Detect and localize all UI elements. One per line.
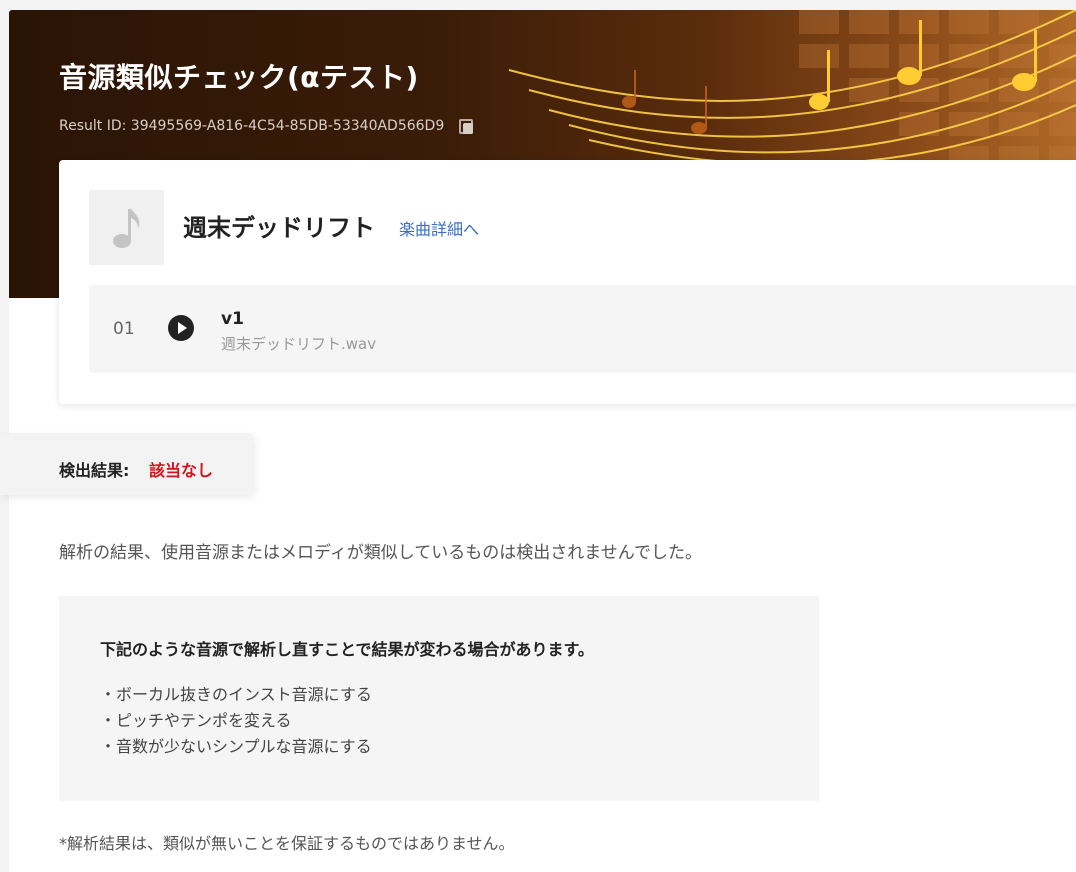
page-title: 音源類似チェック(αテスト)	[59, 61, 419, 94]
track-file-name: 週末デッドリフト.wav	[221, 335, 377, 353]
result-label: 検出結果:	[59, 461, 130, 480]
track-number: 01	[113, 319, 135, 339]
result-value: 該当なし	[149, 461, 214, 480]
tips-heading: 下記のような音源で解析し直すことで結果が変わる場合があります。	[100, 640, 594, 659]
play-icon[interactable]	[168, 315, 194, 341]
tips-list: ・ボーカル抜きのインスト音源にする ・ピッチやテンポを変える ・音数が少ないシン…	[100, 682, 372, 760]
copy-icon[interactable]	[458, 118, 474, 134]
result-id-text: Result ID: 39495569-A816-4C54-85DB-53340…	[59, 118, 445, 134]
footnote: *解析結果は、類似が無いことを保証するものではありません。	[59, 834, 515, 853]
track-row: 01 v1 週末デッドリフト.wav	[89, 285, 1076, 373]
result-status-tab: 検出結果: 該当なし	[0, 433, 253, 495]
tips-box: 下記のような音源で解析し直すことで結果が変わる場合があります。 ・ボーカル抜きの…	[59, 596, 819, 801]
music-note-icon	[112, 208, 139, 248]
result-id-row: Result ID: 39495569-A816-4C54-85DB-53340…	[59, 118, 474, 134]
tips-item: ・ボーカル抜きのインスト音源にする	[100, 685, 372, 704]
song-card: 週末デッドリフト 楽曲詳細へ 01 v1 週末デッドリフト.wav	[59, 160, 1076, 404]
tips-item: ・ピッチやテンポを変える	[100, 711, 292, 730]
song-thumbnail	[89, 190, 164, 265]
tips-item: ・音数が少ないシンプルな音源にする	[100, 737, 372, 756]
result-message: 解析の結果、使用音源またはメロディが類似しているものは検出されませんでした。	[59, 543, 702, 563]
track-name: v1	[221, 309, 244, 329]
song-title: 週末デッドリフト	[183, 214, 375, 242]
song-detail-link[interactable]: 楽曲詳細へ	[399, 216, 479, 240]
